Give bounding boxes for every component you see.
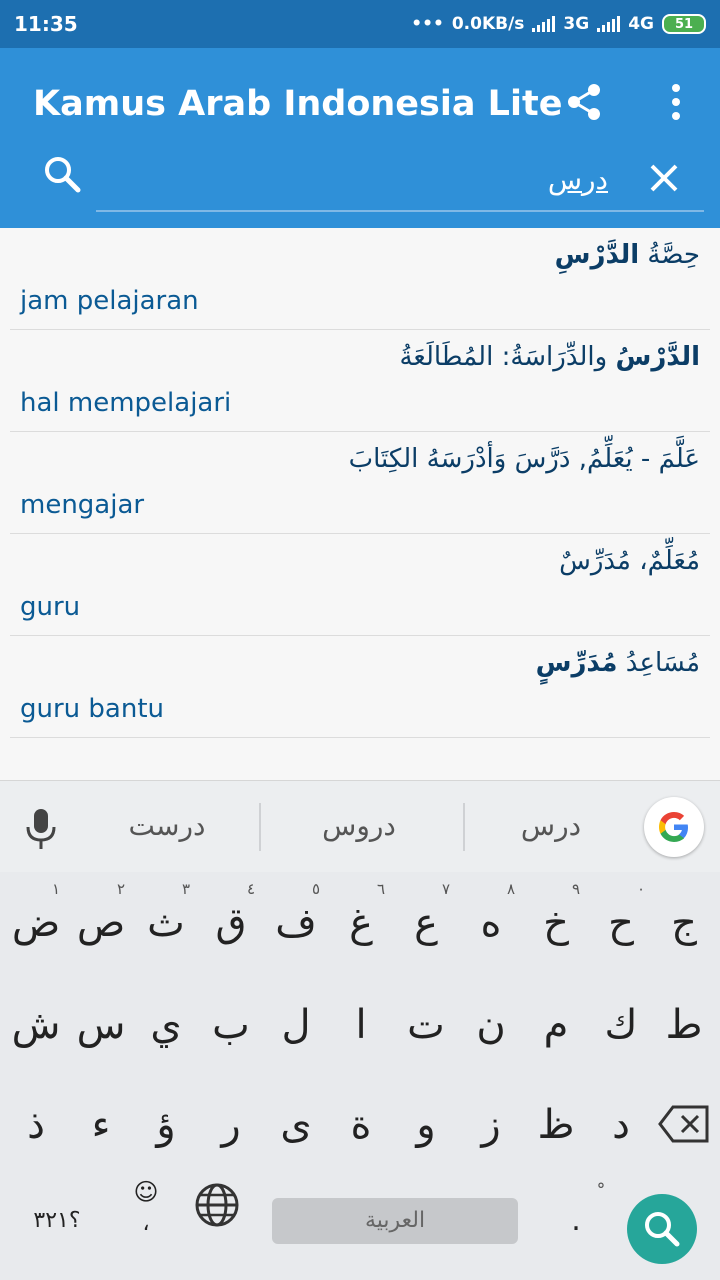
search-icon xyxy=(645,1212,680,1247)
globe-icon[interactable] xyxy=(190,1182,244,1242)
share-icon[interactable] xyxy=(560,78,608,126)
signal-icon-2 xyxy=(597,16,621,32)
network-speed: 0.0KB/s xyxy=(451,14,525,34)
key[interactable]: ص٢ xyxy=(69,878,133,968)
key[interactable]: ا xyxy=(329,980,393,1070)
key[interactable]: ز xyxy=(459,1080,523,1170)
suggestion-divider xyxy=(463,803,465,851)
key[interactable]: ق٤ xyxy=(199,878,263,968)
app-title: Kamus Arab Indonesia Lite xyxy=(33,84,563,124)
indonesian-meaning: mengajar xyxy=(20,490,145,520)
key[interactable]: ع٧ xyxy=(394,878,458,968)
google-icon[interactable] xyxy=(644,797,704,857)
signal-icon xyxy=(532,16,556,32)
status-right: ••• 0.0KB/s 3G 4G 51 xyxy=(411,14,706,34)
suggestion-bar: درست دروس درس xyxy=(0,780,720,872)
results-list: حِصَّةُ الدَّرْسِ jam pelajaran الدَّرْس… xyxy=(0,228,720,780)
search-icon[interactable] xyxy=(42,154,82,194)
status-bar: 11:35 ••• 0.0KB/s 3G 4G 51 xyxy=(0,0,720,48)
arabic-term: مُسَاعِدُ مُدَرِّسٍ xyxy=(535,648,700,678)
symbols-key[interactable]: ؟٣٢١ xyxy=(22,1176,92,1266)
key[interactable]: ؤ xyxy=(134,1080,198,1170)
suggestion-1[interactable]: درست xyxy=(92,809,242,842)
key[interactable]: ث٣ xyxy=(134,878,198,968)
key[interactable]: ي xyxy=(134,980,198,1070)
backspace-icon[interactable] xyxy=(652,1080,716,1170)
keyboard: درست دروس درس ض١ ص٢ ث٣ ق٤ ف٥ غ٦ ع٧ ه٨ خ٩… xyxy=(0,780,720,1280)
key[interactable]: ء xyxy=(69,1080,133,1170)
key-row-1: ض١ ص٢ ث٣ ق٤ ف٥ غ٦ ع٧ ه٨ خ٩ ح٠ ج xyxy=(0,878,720,978)
key[interactable]: ل xyxy=(264,980,328,1070)
search-input[interactable] xyxy=(96,148,704,212)
key[interactable]: خ٩ xyxy=(524,878,588,968)
key[interactable]: ت xyxy=(394,980,458,1070)
comma-key[interactable]: ، xyxy=(118,1204,174,1280)
key[interactable]: ظ xyxy=(524,1080,588,1170)
key[interactable]: ة xyxy=(329,1080,393,1170)
app-bar: Kamus Arab Indonesia Lite xyxy=(0,48,720,276)
indonesian-meaning: guru bantu xyxy=(20,694,165,724)
list-item[interactable]: مُسَاعِدُ مُدَرِّسٍ guru bantu xyxy=(10,636,710,738)
key[interactable]: ب xyxy=(199,980,263,1070)
arabic-term: الدَّرْسُ والدِّرَاسَةُ: المُطَالَعَةُ xyxy=(399,342,700,372)
key[interactable]: و xyxy=(394,1080,458,1170)
key[interactable]: ى xyxy=(264,1080,328,1170)
network-4g: 4G xyxy=(628,14,654,34)
indonesian-meaning: jam pelajaran xyxy=(20,286,199,316)
search-submit-button[interactable] xyxy=(627,1194,697,1264)
key[interactable]: ج xyxy=(652,878,716,968)
notification-dots: ••• xyxy=(411,14,444,34)
close-icon[interactable] xyxy=(640,154,688,202)
battery-icon: 51 xyxy=(662,14,706,34)
suggestion-3[interactable]: درس xyxy=(476,809,626,842)
key[interactable]: غ٦ xyxy=(329,878,393,968)
key[interactable]: ط xyxy=(652,980,716,1070)
indonesian-meaning: hal mempelajari xyxy=(20,388,232,418)
suggestion-2[interactable]: دروس xyxy=(284,809,434,842)
list-item[interactable]: الدَّرْسُ والدِّرَاسَةُ: المُطَالَعَةُ h… xyxy=(10,330,710,432)
key[interactable]: د xyxy=(589,1080,653,1170)
key-row-3: ذ ء ؤ ر ى ة و ز ظ د xyxy=(0,1080,720,1180)
space-key[interactable]: العربية xyxy=(272,1198,518,1244)
status-time: 11:35 xyxy=(14,12,78,36)
indonesian-meaning: guru xyxy=(20,592,81,622)
key[interactable]: ض١ xyxy=(4,878,68,968)
arabic-term: مُعَلِّمٌ، مُدَرِّسٌ xyxy=(559,546,700,576)
list-item[interactable]: حِصَّةُ الدَّرْسِ jam pelajaran xyxy=(10,228,710,330)
key[interactable]: ذ xyxy=(4,1080,68,1170)
suggestion-divider xyxy=(259,803,261,851)
arabic-term: عَلَّمَ - يُعَلِّمُ, دَرَّسَ وَأدْرَسَهُ… xyxy=(348,444,700,474)
period-key[interactable]: .ْ xyxy=(546,1176,606,1266)
key[interactable]: س xyxy=(69,980,133,1070)
microphone-icon[interactable] xyxy=(22,807,60,851)
list-item[interactable]: مُعَلِّمٌ، مُدَرِّسٌ guru xyxy=(10,534,710,636)
key[interactable]: م xyxy=(524,980,588,1070)
key[interactable]: ك xyxy=(589,980,653,1070)
key[interactable]: ش xyxy=(4,980,68,1070)
key[interactable]: ح٠ xyxy=(589,878,653,968)
key[interactable]: ن xyxy=(459,980,523,1070)
arabic-term: حِصَّةُ الدَّرْسِ xyxy=(554,240,700,270)
key[interactable]: ر xyxy=(199,1080,263,1170)
more-options-icon[interactable] xyxy=(652,78,700,126)
list-item[interactable]: عَلَّمَ - يُعَلِّمُ, دَرَّسَ وَأدْرَسَهُ… xyxy=(10,432,710,534)
network-3g: 3G xyxy=(563,14,590,34)
key[interactable]: ه٨ xyxy=(459,878,523,968)
key[interactable]: ف٥ xyxy=(264,878,328,968)
key-row-2: ش س ي ب ل ا ت ن م ك ط xyxy=(0,980,720,1080)
